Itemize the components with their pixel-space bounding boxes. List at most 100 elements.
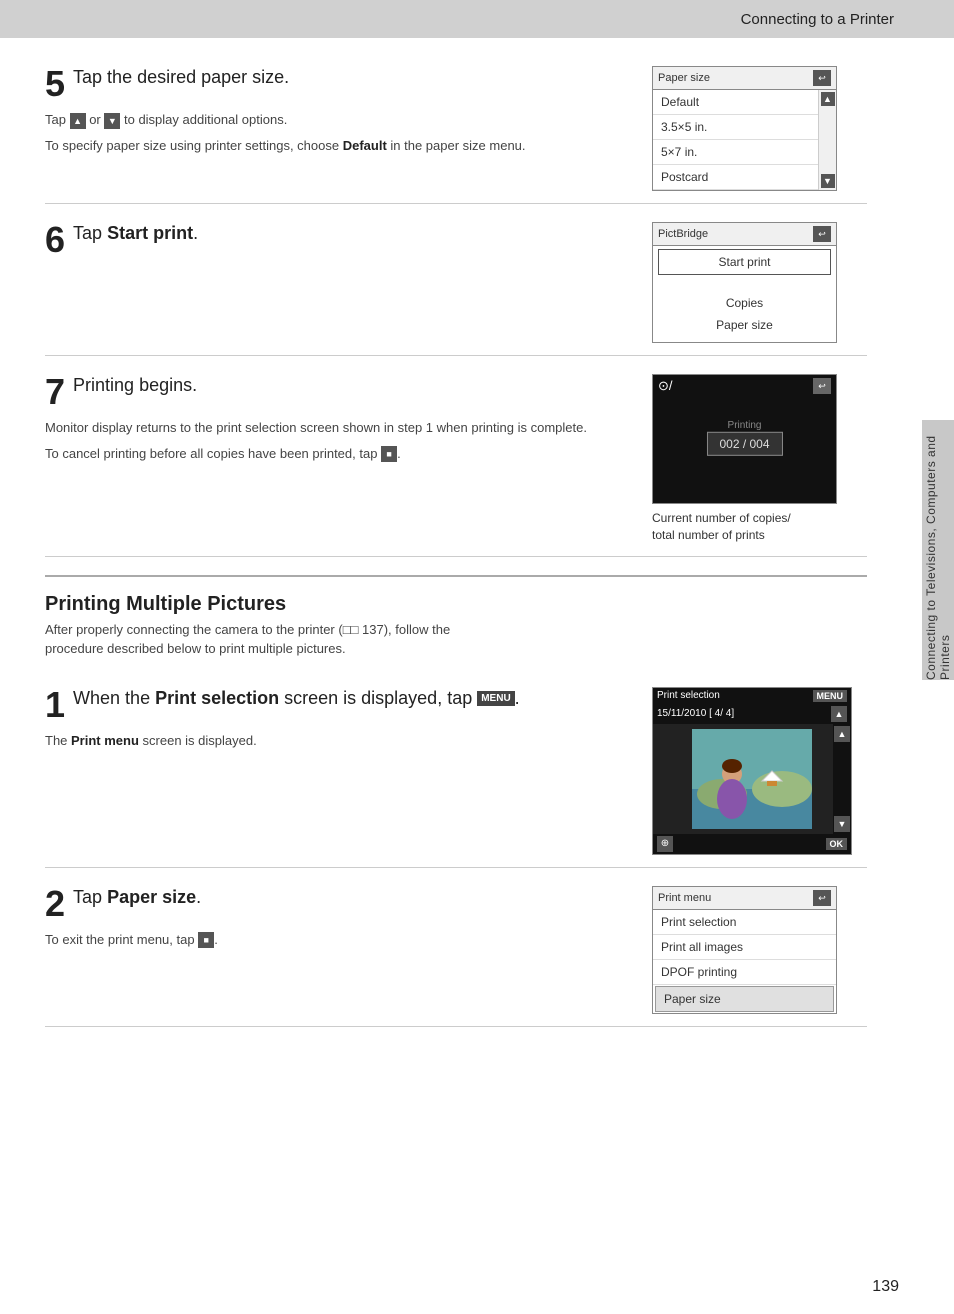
print-menu-title: Print menu — [658, 892, 711, 904]
section-divider — [45, 575, 867, 577]
paper-size-screen: Paper size ↩ Default 3.5×5 in. 5×7 in. P… — [652, 66, 837, 191]
printing-back-btn[interactable]: ↩ — [813, 378, 831, 394]
printing-screen: ⊙/ ↩ Printing 002 / 004 — [652, 374, 837, 504]
step-7-line-2: To cancel printing before all copies hav… — [45, 444, 632, 464]
pm-print-selection[interactable]: Print selection — [653, 910, 836, 935]
print-menu-screen: Print menu ↩ Print selection Print all i… — [652, 886, 837, 1014]
paper-size-default[interactable]: Default — [653, 90, 818, 115]
ps-ok-btn[interactable]: OK — [826, 838, 848, 850]
paper-size-screen-header: Paper size ↩ — [653, 67, 836, 90]
spacer-1 — [653, 278, 836, 292]
step-5-right: Paper size ↩ Default 3.5×5 in. 5×7 in. P… — [652, 66, 867, 191]
step-5-left: 5 Tap the desired paper size. Tap ▲ or ▼… — [45, 66, 632, 191]
step-1b-left: 1 When the Print selection screen is dis… — [45, 687, 632, 855]
main-content: 5 Tap the desired paper size. Tap ▲ or ▼… — [0, 38, 922, 1067]
step-7-number: 7 — [45, 374, 65, 410]
start-print-item[interactable]: Start print — [658, 249, 831, 275]
printing-top-bar: ⊙/ ↩ — [653, 375, 836, 397]
paper-size-5x7[interactable]: 5×7 in. — [653, 140, 818, 165]
paper-size-scrollbar: ▲ ▼ — [818, 90, 836, 190]
step-2b-section: 2 Tap Paper size. To exit the print menu… — [45, 868, 867, 1027]
papersize-item[interactable]: Paper size — [653, 314, 836, 336]
ps-date-value: 15/11/2010 [ 4/ 4] — [657, 708, 734, 719]
cancel-icon: ■ — [381, 446, 397, 462]
ps-header-left: Print selection — [657, 690, 720, 701]
right-side-tab: Connecting to Televisions, Computers and… — [922, 420, 954, 680]
printing-caption: Current number of copies/total number of… — [652, 510, 867, 544]
paper-size-items: Default 3.5×5 in. 5×7 in. Postcard — [653, 90, 818, 190]
step-7-right: ⊙/ ↩ Printing 002 / 004 Current number o… — [652, 374, 867, 544]
step-7-line-1: Monitor display returns to the print sel… — [45, 418, 632, 438]
step-5-body: Tap ▲ or ▼ to display additional options… — [45, 110, 632, 155]
paper-size-postcard[interactable]: Postcard — [653, 165, 818, 190]
step-6-heading: 6 Tap Start print. — [45, 222, 632, 258]
step-5-body-line-1: Tap ▲ or ▼ to display additional options… — [45, 110, 632, 130]
pm-dpof[interactable]: DPOF printing — [653, 960, 836, 985]
ps-right-sidebar: ▲ ▼ — [833, 724, 851, 834]
step-7-left: 7 Printing begins. Monitor display retur… — [45, 374, 632, 544]
step-2b-number: 2 — [45, 886, 65, 922]
scroll-up-arrow[interactable]: ▲ — [821, 92, 835, 106]
camera-status-icon: ⊙/ — [658, 378, 673, 394]
step-2b-line-1: To exit the print menu, tap ■. — [45, 930, 632, 950]
printing-counter: 002 / 004 — [706, 432, 782, 456]
step-5-number: 5 — [45, 66, 65, 102]
pictbridge-back-btn[interactable]: ↩ — [813, 226, 831, 242]
step-6-left: 6 Tap Start print. — [45, 222, 632, 343]
step-1b-section: 1 When the Print selection screen is dis… — [45, 669, 867, 868]
pictbridge-header: PictBridge ↩ — [653, 223, 836, 246]
ps-image-svg — [692, 729, 812, 829]
step-2b-right: Print menu ↩ Print selection Print all i… — [652, 886, 867, 1014]
print-menu-header: Print menu ↩ — [653, 887, 836, 910]
right-tab-label: Connecting to Televisions, Computers and… — [924, 420, 952, 680]
down-icon: ▼ — [104, 113, 120, 129]
spacer-2 — [653, 336, 836, 342]
step-6-number: 6 — [45, 222, 65, 258]
printing-multiple-section: Printing Multiple Pictures After properl… — [45, 575, 867, 659]
ps-image-area: ▲ ▼ — [653, 724, 851, 834]
step-2b-heading: 2 Tap Paper size. — [45, 886, 632, 922]
pm-print-all[interactable]: Print all images — [653, 935, 836, 960]
step-2b-left: 2 Tap Paper size. To exit the print menu… — [45, 886, 632, 1014]
ps-date: Print selection — [657, 690, 720, 701]
step-7-body: Monitor display returns to the print sel… — [45, 418, 632, 463]
header-title: Connecting to a Printer — [741, 11, 894, 28]
page-number: 139 — [872, 1278, 899, 1296]
exit-icon: ■ — [198, 932, 214, 948]
ps-up-btn[interactable]: ▲ — [831, 706, 847, 722]
step-7-heading: 7 Printing begins. — [45, 374, 632, 410]
step-6-right: PictBridge ↩ Start print Copies Paper si… — [652, 222, 867, 343]
print-selection-screen: Print selection MENU 15/11/2010 [ 4/ 4] … — [652, 687, 852, 855]
printing-label: Printing — [728, 420, 762, 431]
step-1b-right: Print selection MENU 15/11/2010 [ 4/ 4] … — [652, 687, 867, 855]
step-1b-number: 1 — [45, 687, 65, 723]
paper-size-back-btn[interactable]: ↩ — [813, 70, 831, 86]
menu-btn-inline: MENU — [477, 691, 514, 706]
step-1b-heading: 1 When the Print selection screen is dis… — [45, 687, 632, 723]
step-2b-body: To exit the print menu, tap ■. — [45, 930, 632, 950]
ps-header: Print selection MENU — [653, 688, 851, 704]
print-menu-back-btn[interactable]: ↩ — [813, 890, 831, 906]
paper-size-body: Default 3.5×5 in. 5×7 in. Postcard ▲ ▼ — [653, 90, 836, 190]
section-title: Printing Multiple Pictures — [45, 593, 867, 616]
ps-date-row: 15/11/2010 [ 4/ 4] ▲ — [653, 704, 851, 724]
paper-size-screen-wrapper: Paper size ↩ Default 3.5×5 in. 5×7 in. P… — [652, 66, 867, 191]
header-bar: Connecting to a Printer — [0, 0, 954, 38]
section-intro: After properly connecting the camera to … — [45, 620, 867, 659]
ps-sidebar-down[interactable]: ▼ — [834, 816, 850, 832]
step-6-section: 6 Tap Start print. PictBridge ↩ Start pr… — [45, 204, 867, 356]
ps-sidebar-up[interactable]: ▲ — [834, 726, 850, 742]
step-5-section: 5 Tap the desired paper size. Tap ▲ or ▼… — [45, 48, 867, 204]
step-1b-body: The Print menu screen is displayed. — [45, 731, 632, 751]
copies-item[interactable]: Copies — [653, 292, 836, 314]
scroll-down-arrow[interactable]: ▼ — [821, 174, 835, 188]
ps-zoom-btn[interactable]: ⊕ — [657, 836, 673, 852]
ps-menu-btn[interactable]: MENU — [813, 690, 848, 702]
step-5-body-line-2: To specify paper size using printer sett… — [45, 136, 632, 156]
step-5-heading: 5 Tap the desired paper size. — [45, 66, 632, 102]
pictbridge-title: PictBridge — [658, 228, 708, 240]
pictbridge-screen: PictBridge ↩ Start print Copies Paper si… — [652, 222, 837, 343]
paper-size-3x5[interactable]: 3.5×5 in. — [653, 115, 818, 140]
up-icon: ▲ — [70, 113, 86, 129]
pm-paper-size[interactable]: Paper size — [655, 986, 834, 1012]
